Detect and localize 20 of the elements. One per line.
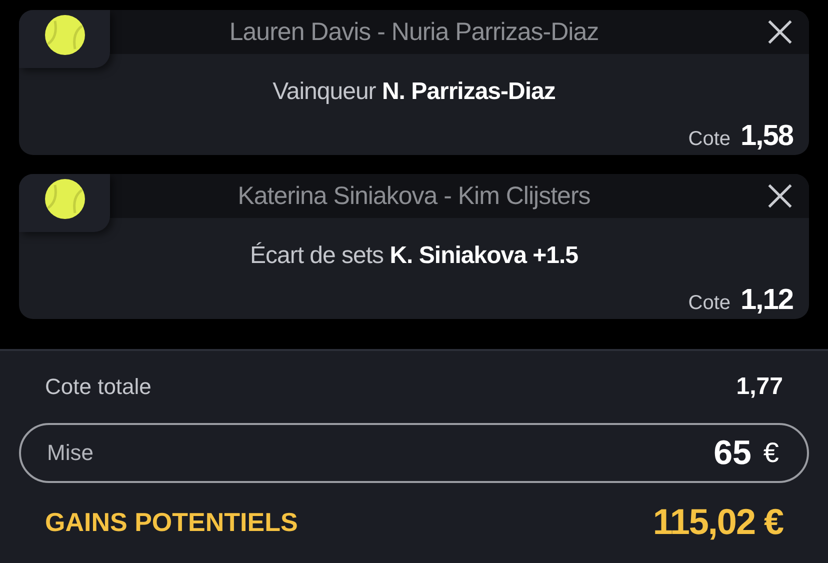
selection-text: Vainqueur N. Parrizas-Diaz bbox=[272, 78, 556, 106]
tennis-ball-icon bbox=[44, 15, 84, 55]
odds-label: Cote bbox=[688, 292, 731, 315]
stake-field[interactable]: Mise 65 € bbox=[19, 423, 809, 483]
currency-symbol: € bbox=[763, 437, 779, 469]
close-button[interactable] bbox=[767, 183, 793, 209]
selection-text: Écart de sets K. Siniakova +1.5 bbox=[248, 242, 579, 270]
odds-label: Cote bbox=[688, 128, 731, 151]
close-button[interactable] bbox=[767, 19, 793, 45]
total-odds-label: Cote totale bbox=[45, 374, 152, 400]
odds-value: 1,58 bbox=[740, 120, 793, 153]
match-title: Katerina Siniakova - Kim Clijsters bbox=[238, 182, 590, 210]
tennis-ball-icon bbox=[44, 179, 84, 219]
stake-input[interactable]: 65 bbox=[681, 434, 752, 472]
total-odds-value: 1,77 bbox=[736, 373, 783, 401]
match-title: Lauren Davis - Nuria Parrizas-Diaz bbox=[229, 18, 599, 46]
stake-label: Mise bbox=[47, 440, 94, 466]
potential-gains-label: GAINS POTENTIELS bbox=[45, 506, 298, 538]
potential-gains-value: 115,02 € bbox=[652, 501, 783, 543]
odds-value: 1,12 bbox=[740, 284, 793, 317]
